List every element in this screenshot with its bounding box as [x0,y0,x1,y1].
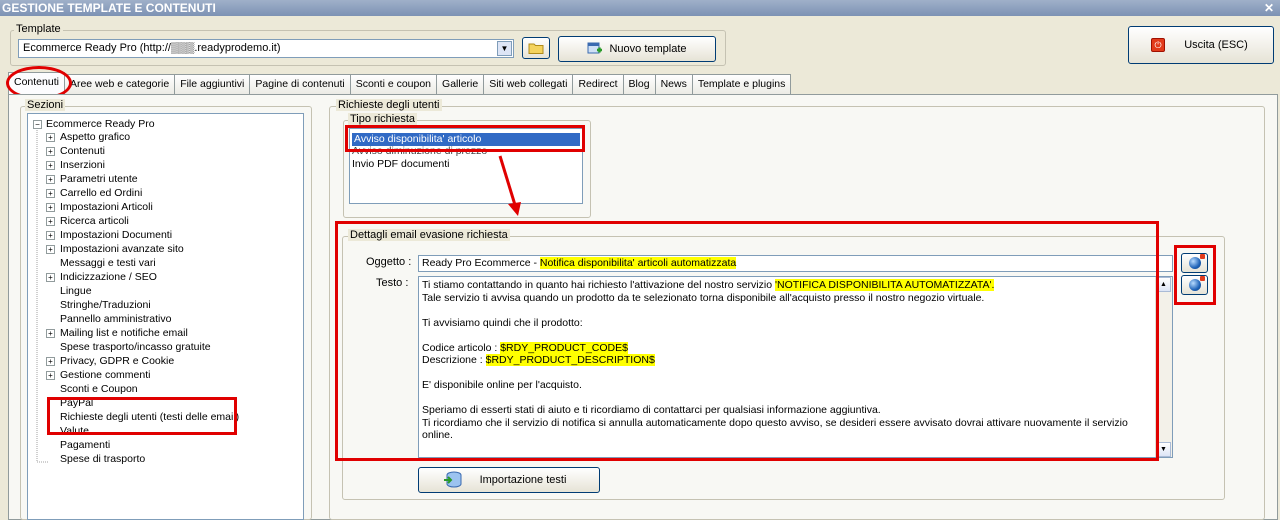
sidebar-item-privacy-gdpr[interactable]: Privacy, GDPR e Cookie [60,354,174,368]
expand-icon[interactable]: + [46,189,55,198]
window-title: GESTIONE TEMPLATE E CONTENUTI [2,1,216,15]
expand-icon[interactable]: + [46,273,55,282]
list-item[interactable]: Invio PDF documenti [352,158,449,171]
add-window-icon [587,42,602,54]
sidebar-item-impostazioni-avanzate[interactable]: Impostazioni avanzate sito [60,242,184,256]
annotation-box-list [345,125,585,152]
new-template-button[interactable]: Nuovo template [558,36,716,62]
sidebar-item-spese-trasporto[interactable]: Spese di trasporto [60,452,145,466]
close-icon[interactable]: ✕ [1264,0,1274,16]
exit-button[interactable]: ⏻ Uscita (ESC) [1128,26,1274,64]
tab-file-aggiuntivi[interactable]: File aggiuntivi [174,74,251,94]
tab-siti-collegati[interactable]: Siti web collegati [483,74,574,94]
expand-icon[interactable]: + [46,147,55,156]
sidebar-item-inserzioni[interactable]: Inserzioni [60,158,105,172]
expand-icon[interactable]: + [46,329,55,338]
expand-icon[interactable]: + [46,161,55,170]
annotation-arrow [498,155,521,216]
new-template-label: Nuovo template [609,43,687,55]
sidebar-item-indicizzazione-seo[interactable]: Indicizzazione / SEO [60,270,157,284]
sidebar-item-impostazioni-articoli[interactable]: Impostazioni Articoli [60,200,153,214]
sections-label: Sezioni [25,99,66,111]
annotation-box-details [335,221,1159,461]
sidebar-item-spese-trasporto-gratuite[interactable]: Spese trasporto/incasso gratuite [60,340,211,354]
annotation-box-buttons [1174,245,1216,305]
tab-strip: Contenuti Aree web e categorie File aggi… [8,72,792,94]
annotation-box-tree [47,397,237,435]
database-import-icon [444,471,462,488]
tree-root[interactable]: Ecommerce Ready Pro [46,117,155,131]
template-label: Template [14,23,63,35]
power-icon: ⏻ [1151,38,1165,52]
tab-sconti-coupon[interactable]: Sconti e coupon [349,74,438,94]
expand-icon[interactable]: + [46,357,55,366]
sidebar-item-messaggi-testi[interactable]: Messaggi e testi vari [60,256,156,270]
tab-template-plugins[interactable]: Template e plugins [691,74,792,94]
expand-icon[interactable]: + [46,231,55,240]
sidebar-item-parametri-utente[interactable]: Parametri utente [60,172,138,186]
import-texts-button[interactable]: Importazione testi [418,467,600,493]
expand-icon[interactable]: + [46,175,55,184]
sidebar-item-contenuti[interactable]: Contenuti [60,144,105,158]
expand-icon[interactable]: + [46,133,55,142]
sidebar-item-carrello-ordini[interactable]: Carrello ed Ordini [60,186,142,200]
template-select-value: Ecommerce Ready Pro (http://▒▒▒.readypro… [23,42,281,54]
open-folder-button[interactable] [522,37,550,59]
folder-icon [528,43,544,54]
expand-icon[interactable]: + [46,203,55,212]
sidebar-item-sconti-coupon[interactable]: Sconti e Coupon [60,382,138,396]
template-select[interactable]: Ecommerce Ready Pro (http://▒▒▒.readypro… [18,39,514,58]
expand-icon[interactable]: + [46,245,55,254]
sidebar-item-lingue[interactable]: Lingue [60,284,92,298]
window-titlebar: GESTIONE TEMPLATE E CONTENUTI ✕ [0,0,1280,16]
exit-label: Uscita (ESC) [1184,39,1248,51]
tab-aree-web[interactable]: Aree web e categorie [63,74,176,94]
expand-icon[interactable]: + [46,371,55,380]
chevron-down-icon[interactable]: ▼ [497,41,512,56]
sidebar-item-impostazioni-documenti[interactable]: Impostazioni Documenti [60,228,172,242]
sidebar-item-aspetto-grafico[interactable]: Aspetto grafico [60,130,130,144]
sidebar-item-gestione-commenti[interactable]: Gestione commenti [60,368,150,382]
tab-news[interactable]: News [654,74,693,94]
requests-label: Richieste degli utenti [336,99,442,111]
tab-blog[interactable]: Blog [622,74,656,94]
sidebar-item-pannello-amministrativo[interactable]: Pannello amministrativo [60,312,171,326]
tab-gallerie[interactable]: Gallerie [436,74,485,94]
tab-pagine-contenuti[interactable]: Pagine di contenuti [249,74,351,94]
import-texts-label: Importazione testi [479,474,567,486]
sidebar-item-pagamenti[interactable]: Pagamenti [60,438,110,452]
type-label: Tipo richiesta [348,113,418,125]
sidebar-item-mailing-list[interactable]: Mailing list e notifiche email [60,326,188,340]
collapse-icon[interactable]: − [33,120,42,129]
expand-icon[interactable]: + [46,217,55,226]
sidebar-item-ricerca-articoli[interactable]: Ricerca articoli [60,214,129,228]
sidebar-item-stringhe-traduzioni[interactable]: Stringhe/Traduzioni [60,298,151,312]
tab-redirect[interactable]: Redirect [572,74,624,94]
